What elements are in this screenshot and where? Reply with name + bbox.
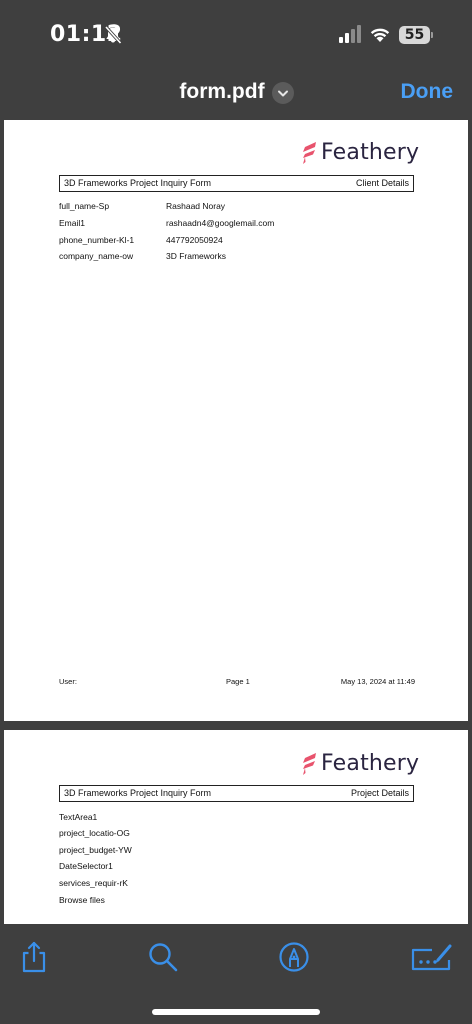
footer-date: May 13, 2024 at 11:49 bbox=[340, 677, 415, 686]
field-value: 3D Frameworks bbox=[166, 251, 226, 261]
form-header: 3D Frameworks Project Inquiry Form Clien… bbox=[59, 175, 414, 192]
field-label: Browse files bbox=[59, 895, 105, 905]
bell-slash-icon bbox=[104, 25, 122, 45]
wifi-icon bbox=[370, 28, 390, 42]
field-label: TextArea1 bbox=[59, 812, 98, 822]
pdf-page-1: Feathery 3D Frameworks Project Inquiry F… bbox=[4, 120, 468, 721]
footer-user: User: bbox=[59, 677, 77, 686]
feathery-logo: Feathery bbox=[302, 751, 420, 779]
section-title: Client Details bbox=[355, 178, 409, 188]
battery-indicator: 55 bbox=[399, 26, 433, 44]
field-value: 447792050924 bbox=[166, 235, 223, 245]
nav-bar: form.pdf Done bbox=[0, 66, 472, 118]
cellular-signal-icon bbox=[339, 25, 361, 43]
section-title: Project Details bbox=[350, 788, 409, 798]
title-menu-button[interactable] bbox=[272, 82, 294, 104]
home-indicator[interactable] bbox=[152, 1009, 320, 1015]
field-label: services_requir-rK bbox=[59, 878, 128, 888]
status-bar: 01:12 55 bbox=[0, 0, 472, 66]
field-label: project_budget-YW bbox=[59, 845, 132, 855]
field-value: rashaadn4@googlemail.com bbox=[166, 218, 275, 228]
share-icon[interactable] bbox=[17, 940, 51, 974]
markup-icon[interactable] bbox=[277, 940, 311, 974]
footer-page-number: Page 1 bbox=[226, 677, 250, 686]
form-header: 3D Frameworks Project Inquiry Form Proje… bbox=[59, 785, 414, 802]
signature-icon[interactable] bbox=[410, 940, 454, 974]
logo-text: Feathery bbox=[321, 751, 420, 776]
field-label: full_name-Sp bbox=[59, 201, 110, 211]
feathery-logo: Feathery bbox=[302, 140, 420, 168]
feathery-logo-mark bbox=[303, 753, 316, 775]
field-label: phone_number-Kl-1 bbox=[59, 235, 135, 245]
field-label: DateSelector1 bbox=[59, 861, 113, 871]
field-value: Rashaad Noray bbox=[166, 201, 226, 211]
pdf-page-2: Feathery 3D Frameworks Project Inquiry F… bbox=[4, 730, 468, 924]
field-label: project_locatio-OG bbox=[59, 828, 130, 838]
search-icon[interactable] bbox=[146, 940, 180, 974]
field-label: Email1 bbox=[59, 218, 85, 228]
form-title: 3D Frameworks Project Inquiry Form bbox=[64, 178, 212, 188]
feathery-logo-mark bbox=[303, 142, 316, 164]
logo-text: Feathery bbox=[321, 140, 420, 165]
done-button[interactable]: Done bbox=[401, 80, 454, 104]
battery-level: 55 bbox=[399, 26, 430, 44]
chevron-down-icon bbox=[278, 90, 288, 97]
field-label: company_name-ow bbox=[59, 251, 134, 261]
form-title: 3D Frameworks Project Inquiry Form bbox=[64, 788, 212, 798]
battery-nub bbox=[431, 32, 433, 38]
